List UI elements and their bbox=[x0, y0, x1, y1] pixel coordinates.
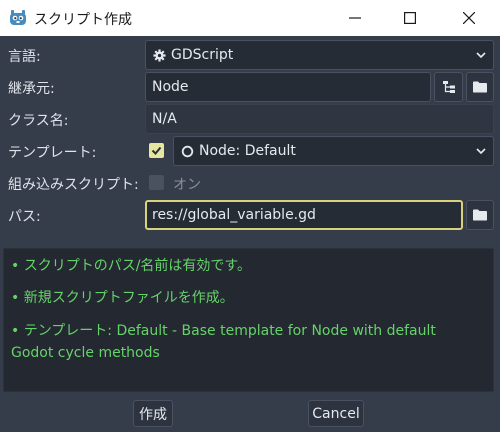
class-tree-icon bbox=[442, 81, 455, 93]
maximize-button[interactable] bbox=[387, 0, 433, 36]
chevron-down-icon bbox=[476, 148, 486, 155]
inherits-value: Node bbox=[152, 79, 189, 95]
title-bar: スクリプト作成 bbox=[0, 0, 500, 36]
language-label: 言語: bbox=[8, 49, 41, 65]
inherits-tree-button[interactable] bbox=[434, 72, 463, 102]
language-value: GDScript bbox=[171, 47, 234, 63]
validation-info-panel: • スクリプトのパス/名前は有効です。 • 新規スクリプトファイルを作成。 • … bbox=[3, 248, 494, 392]
minimize-button[interactable] bbox=[332, 0, 378, 36]
class-name-value: N/A bbox=[152, 111, 177, 127]
path-value: res://global_variable.gd bbox=[152, 207, 316, 223]
window-title: スクリプト作成 bbox=[34, 12, 132, 28]
template-value: Node: Default bbox=[199, 143, 296, 159]
gear-icon bbox=[153, 49, 166, 62]
info-new-file: • 新規スクリプトファイルを作成。 bbox=[11, 290, 234, 306]
close-icon bbox=[463, 12, 475, 24]
info-template: • テンプレート: Default - Base template for No… bbox=[11, 323, 436, 361]
builtin-toggle-label: オン bbox=[173, 177, 201, 193]
info-path-valid: • スクリプトのパス/名前は有効です。 bbox=[11, 258, 252, 274]
class-name-label: クラス名: bbox=[8, 113, 69, 129]
class-name-field: N/A bbox=[145, 104, 494, 134]
path-input[interactable]: res://global_variable.gd bbox=[145, 200, 463, 230]
inherits-label: 継承元: bbox=[8, 81, 55, 97]
create-script-dialog: 言語: GDScript 継承元: Node クラス名: N/A テンプレート:… bbox=[0, 36, 500, 432]
cancel-button[interactable]: Cancel bbox=[308, 400, 364, 427]
close-button[interactable] bbox=[446, 0, 492, 36]
chevron-down-icon bbox=[476, 52, 486, 59]
checkmark-icon bbox=[151, 146, 162, 155]
template-checkbox[interactable] bbox=[149, 143, 164, 158]
template-select[interactable]: Node: Default bbox=[173, 136, 494, 166]
minimize-icon bbox=[349, 17, 361, 19]
maximize-icon bbox=[404, 12, 416, 24]
builtin-script-checkbox[interactable] bbox=[149, 175, 164, 190]
node-circle-icon bbox=[181, 145, 194, 158]
language-select[interactable]: GDScript bbox=[145, 40, 494, 70]
folder-icon bbox=[473, 81, 487, 93]
path-browse-button[interactable] bbox=[466, 200, 494, 230]
path-label: パス: bbox=[8, 209, 41, 225]
inherits-browse-button[interactable] bbox=[466, 72, 494, 102]
folder-icon bbox=[473, 209, 487, 221]
inherits-input[interactable]: Node bbox=[145, 72, 431, 102]
godot-icon bbox=[10, 10, 26, 25]
builtin-script-label: 組み込みスクリプト: bbox=[8, 177, 139, 193]
create-button[interactable]: 作成 bbox=[133, 400, 173, 427]
template-label: テンプレート: bbox=[8, 145, 97, 161]
